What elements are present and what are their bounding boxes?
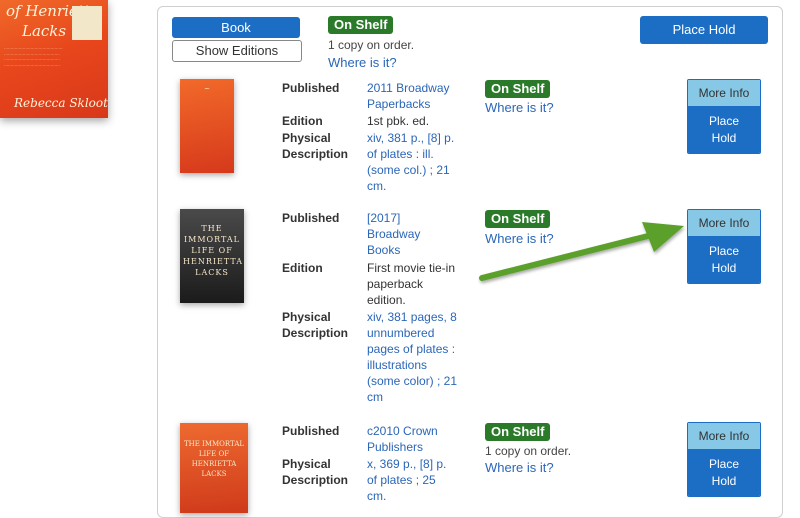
- physical-description-value[interactable]: xiv, 381 pages, 8 unnumbered pages of pl…: [367, 309, 461, 405]
- book-button[interactable]: Book: [172, 17, 300, 38]
- place-hold-label: Place Hold: [708, 244, 740, 275]
- published-label: Published: [282, 211, 340, 225]
- cover-text: THE IMMORTAL LIFE OF HENRIETTA LACKS: [183, 440, 245, 478]
- physical-description-label: Physical Description: [282, 310, 349, 340]
- where-is-it-link[interactable]: Where is it?: [485, 100, 554, 115]
- edition-value: First movie tie-in paperback edition.: [367, 261, 456, 307]
- place-hold-label: Place Hold: [708, 457, 740, 488]
- published-label: Published: [282, 81, 340, 95]
- show-editions-button[interactable]: Show Editions: [172, 40, 302, 62]
- main-book-cover: of Henrietta Lacks ·····················…: [0, 0, 108, 118]
- copies-note: 1 copy on order.: [485, 444, 572, 458]
- edition-value: 1st pbk. ed.: [367, 114, 430, 128]
- physical-description-label: Physical Description: [282, 457, 349, 487]
- published-label: Published: [282, 424, 340, 438]
- cover-award-badge: [72, 6, 102, 40]
- physical-description-value[interactable]: xiv, 381 p., [8] p. of plates : ill. (so…: [367, 130, 459, 194]
- cover-author: Rebecca Skloot: [14, 96, 108, 110]
- more-info-button[interactable]: More Info: [688, 80, 760, 107]
- annotation-arrow: [479, 222, 684, 281]
- more-info-button[interactable]: More Info: [688, 423, 760, 450]
- where-is-it-link[interactable]: Where is it?: [328, 55, 397, 70]
- published-value[interactable]: 2011 Broadway Paperbacks: [367, 80, 467, 112]
- edition-actions: More Info Place Hold: [687, 79, 761, 154]
- edition-label: Edition: [282, 261, 323, 275]
- place-hold-label: Place Hold: [708, 114, 740, 145]
- physical-description-value[interactable]: x, 369 p., [8] p. of plates ; 25 cm.: [367, 456, 455, 504]
- physical-description-label: Physical Description: [282, 131, 349, 161]
- arrow-head: [642, 222, 684, 252]
- edition-actions: More Info Place Hold: [687, 422, 761, 497]
- edition-status-badge: On Shelf: [485, 423, 551, 441]
- edition-actions: More Info Place Hold: [687, 209, 761, 284]
- cover-title-2: Lacks: [22, 22, 67, 40]
- place-hold-button[interactable]: Place Hold: [688, 107, 760, 153]
- where-is-it-link[interactable]: Where is it?: [485, 460, 554, 475]
- copies-note: 1 copy on order.: [328, 38, 415, 52]
- edition-cover-thumbnail: THE IMMORTAL LIFE OF HENRIETTA LACKS: [180, 209, 244, 303]
- place-hold-button[interactable]: Place Hold: [688, 450, 760, 496]
- edition-cover-thumbnail: ~: [180, 79, 234, 173]
- status-badge: On Shelf: [328, 16, 394, 34]
- place-hold-button[interactable]: Place Hold: [688, 237, 760, 283]
- cover-text: THE IMMORTAL LIFE OF HENRIETTA LACKS: [183, 224, 243, 277]
- published-value[interactable]: [2017] Broadway Books: [367, 210, 437, 258]
- edition-status-badge: On Shelf: [485, 80, 551, 98]
- published-value[interactable]: c2010 Crown Publishers: [367, 423, 447, 455]
- cover-blurb: ········································…: [4, 46, 63, 68]
- more-info-button[interactable]: More Info: [688, 210, 760, 237]
- edition-label: Edition: [282, 114, 323, 128]
- place-hold-button[interactable]: Place Hold: [640, 16, 768, 44]
- arrow-shaft: [479, 233, 651, 281]
